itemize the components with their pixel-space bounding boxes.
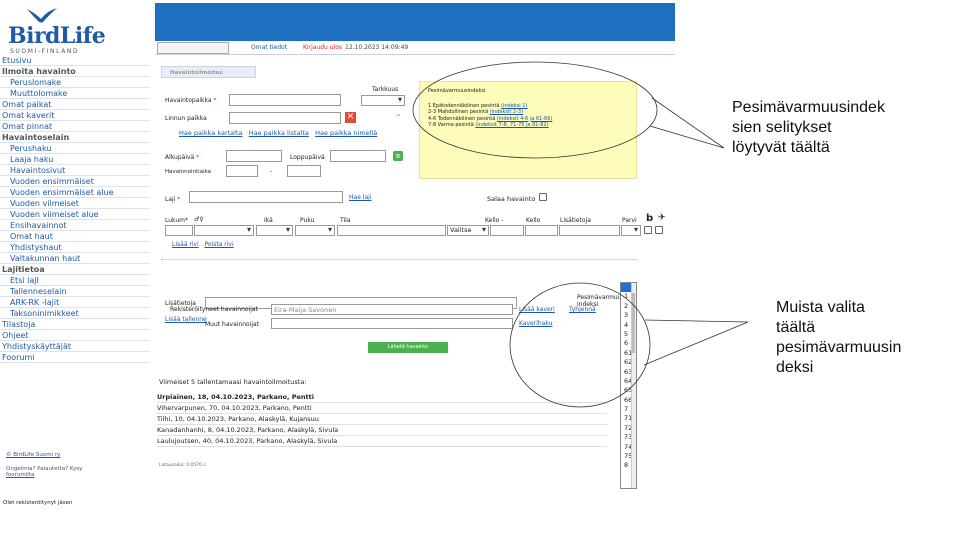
annotation-top: Pesimävarmuusindek sien selitykset löytyvä… bbox=[732, 99, 885, 156]
top-callout-pointer bbox=[649, 97, 725, 149]
top-callout-ellipse bbox=[412, 61, 658, 159]
annotation-bottom: Muista valita täältä pesimävarmuusin deksi bbox=[776, 299, 902, 376]
bottom-callout-ellipse bbox=[509, 282, 651, 408]
annotation-shapes bbox=[412, 61, 749, 408]
bottom-callout-pointer bbox=[643, 319, 749, 366]
